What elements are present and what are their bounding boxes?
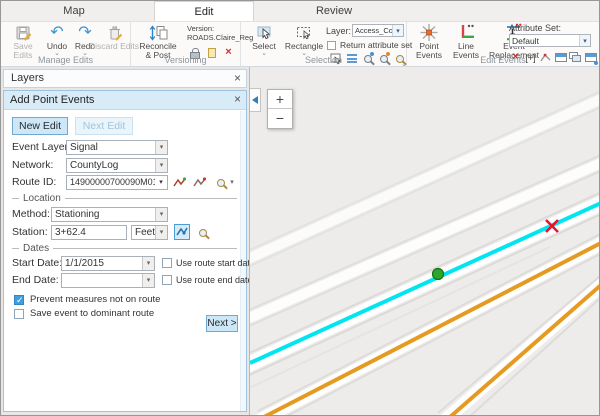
station-input[interactable]: 3+62.4 xyxy=(51,225,127,240)
layer-combo-arrow-icon[interactable]: ▾ xyxy=(392,25,403,36)
station-unit-select[interactable]: Feet▾ xyxy=(131,225,168,240)
add-point-events-title: Add Point Events xyxy=(10,91,94,109)
point-event-marker[interactable] xyxy=(433,269,444,280)
method-select[interactable]: Stationing▾ xyxy=(51,207,168,222)
group-label-manage-edits: Manage Edits xyxy=(1,55,130,65)
prevent-measures-label: Prevent measures not on route xyxy=(30,293,160,307)
redo-button[interactable]: ↷ Redo ⌄ xyxy=(72,23,98,57)
network-dropdown-icon[interactable]: ▾ xyxy=(155,159,167,172)
group-edit-events: Point Events Line Events Event Replaceme… xyxy=(407,22,599,66)
new-edit-button[interactable]: New Edit xyxy=(12,117,68,135)
use-route-end-date-label: Use route end date xyxy=(176,273,253,287)
add-point-events-close-icon[interactable]: × xyxy=(234,91,241,108)
arcgis-pro-window: Map Edit Review Save Edits ↶ Undo ⌄ ↷ Re… xyxy=(0,0,600,416)
save-to-dominant-label: Save event to dominant route xyxy=(30,307,154,321)
zoom-in-button[interactable]: + xyxy=(268,90,292,109)
tab-review[interactable]: Review xyxy=(284,1,384,21)
group-versioning: Reconcile & Post Version: ROADS.Claire_R… xyxy=(131,22,241,66)
point-events-icon xyxy=(419,23,439,42)
station-label: Station: xyxy=(12,225,48,240)
undo-icon: ↶ xyxy=(50,23,63,42)
network-label: Network: xyxy=(12,158,53,173)
return-attribute-set-option[interactable]: Return attribute set xyxy=(327,40,412,50)
end-date-label: End Date: xyxy=(12,273,59,288)
next-edit-button[interactable]: Next Edit xyxy=(75,117,133,135)
use-route-start-date-checkbox[interactable] xyxy=(162,258,172,268)
ribbon-tab-bar: Map Edit Review xyxy=(1,1,599,22)
reconcile-icon xyxy=(149,23,168,42)
group-label-edit-events: Edit Events xyxy=(407,55,599,65)
select-route-on-map-icon[interactable] xyxy=(172,176,186,189)
rectangle-button[interactable]: Rectangle ⌄ xyxy=(283,23,325,57)
redo-icon: ↷ xyxy=(78,23,91,42)
zoom-out-button[interactable]: − xyxy=(268,109,292,128)
route-id-combobox[interactable]: 14900000700090M01▾ xyxy=(66,175,168,190)
layers-close-icon[interactable]: × xyxy=(234,70,241,87)
group-selection: Select ⌄ Rectangle ⌄ Layer: Access_Contr… xyxy=(241,22,407,66)
network-select[interactable]: CountyLog▾ xyxy=(66,158,168,173)
map-view[interactable]: + − xyxy=(249,67,599,415)
start-date-label: Start Date: xyxy=(12,256,62,271)
start-date-input[interactable]: 1/1/2015▾ xyxy=(61,256,155,271)
layer-label: Layer: xyxy=(326,27,351,36)
zoom-to-station-icon[interactable] xyxy=(196,226,210,239)
select-route-from-selection-icon[interactable] xyxy=(192,176,206,189)
zoom-route-dropdown-icon[interactable]: ▾ xyxy=(228,176,236,189)
group-manage-edits: Save Edits ↶ Undo ⌄ ↷ Redo ⌄ Discard Edi… xyxy=(1,22,131,66)
event-layer-select[interactable]: Signal▾ xyxy=(66,140,168,155)
prevent-measures-checkbox[interactable] xyxy=(14,295,24,305)
method-label: Method: xyxy=(12,207,50,222)
layers-pane-title: Layers xyxy=(11,70,44,87)
layer-combobox[interactable]: Access_Control ▾ xyxy=(352,24,404,37)
select-button[interactable]: Select ⌄ xyxy=(247,23,281,57)
group-label-selection: Selection xyxy=(241,55,406,65)
use-route-end-date-checkbox[interactable] xyxy=(162,275,172,285)
select-icon xyxy=(254,23,274,42)
add-point-events-pane: Add Point Events × New Edit Next Edit Ev… xyxy=(3,90,247,412)
attribute-set-label: Attribute Set: xyxy=(509,24,561,33)
use-route-start-date-label: Use route start date xyxy=(176,256,255,270)
collapse-pane-button[interactable] xyxy=(249,88,261,112)
discard-edits-button[interactable]: Discard Edits xyxy=(99,23,129,51)
rectangle-select-icon xyxy=(294,23,314,42)
end-date-input[interactable]: ▾ xyxy=(61,273,155,288)
zoom-to-route-icon[interactable] xyxy=(214,176,228,189)
left-dock: Layers × Add Point Events × New Edit Nex… xyxy=(1,67,249,415)
pick-location-on-map-icon[interactable] xyxy=(174,224,190,240)
collapse-arrow-icon xyxy=(252,96,258,104)
station-unit-dropdown-icon[interactable]: ▾ xyxy=(155,226,167,239)
end-date-dropdown-icon[interactable]: ▾ xyxy=(142,274,154,287)
tab-map[interactable]: Map xyxy=(24,1,124,21)
route-id-label: Route ID: xyxy=(12,175,56,190)
attribute-set-combobox[interactable]: Default ▾ xyxy=(509,34,591,47)
ribbon: Save Edits ↶ Undo ⌄ ↷ Redo ⌄ Discard Edi… xyxy=(1,22,599,67)
line-events-icon xyxy=(456,23,476,42)
layers-pane-header[interactable]: Layers × xyxy=(3,69,247,88)
undo-button[interactable]: ↶ Undo ⌄ xyxy=(44,23,70,57)
add-point-events-header[interactable]: Add Point Events × xyxy=(4,91,246,110)
group-label-versioning: Versioning xyxy=(131,55,240,65)
content-area: Layers × Add Point Events × New Edit Nex… xyxy=(1,67,599,415)
event-layer-label: Event Layer: xyxy=(12,140,71,155)
location-section-separator: Location xyxy=(12,192,237,204)
save-to-dominant-checkbox[interactable] xyxy=(14,309,24,319)
tab-edit[interactable]: Edit xyxy=(154,1,254,21)
start-date-dropdown-icon[interactable]: ▾ xyxy=(142,257,154,270)
road-casing xyxy=(444,281,599,415)
attribute-set-combo-arrow-icon[interactable]: ▾ xyxy=(579,35,590,46)
event-layer-dropdown-icon[interactable]: ▾ xyxy=(155,141,167,154)
map-zoom-control: + − xyxy=(267,89,293,129)
add-point-events-body: New Edit Next Edit Event Layer: Signal▾ … xyxy=(4,111,246,411)
dates-section-separator: Dates xyxy=(12,242,237,254)
map-canvas xyxy=(250,67,599,415)
route-id-dropdown-icon[interactable]: ▾ xyxy=(155,176,167,189)
trash-icon xyxy=(105,23,123,42)
method-dropdown-icon[interactable]: ▾ xyxy=(155,208,167,221)
next-button[interactable]: Next > xyxy=(206,315,238,332)
save-icon xyxy=(14,23,32,42)
return-attribute-set-checkbox[interactable] xyxy=(327,41,336,50)
